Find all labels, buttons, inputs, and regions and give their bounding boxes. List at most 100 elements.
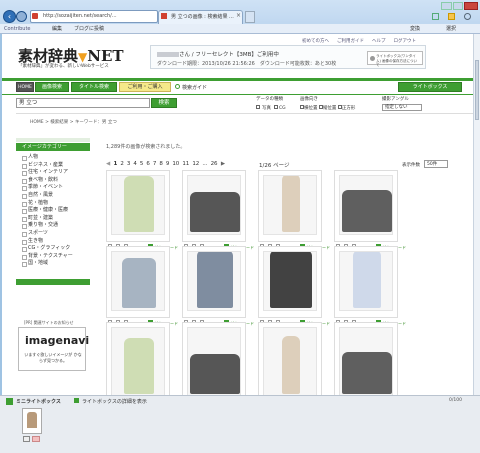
lightbox-detail-link[interactable]: ライトボックスの詳細を表示 [82,398,147,405]
page-link[interactable]: 26 [211,161,218,167]
select-menu[interactable]: 選択 [446,24,456,34]
category-animals[interactable]: 生き物 [20,238,90,246]
close-window-button[interactable] [464,2,478,10]
remove-icon[interactable] [23,436,30,442]
page-link[interactable]: 3 [127,161,131,167]
category-sports[interactable]: スポーツ [20,230,90,238]
page-scrollbar[interactable] [473,34,480,395]
result-card[interactable] [182,246,246,318]
nav-home[interactable]: HOME [16,82,34,92]
page-link[interactable]: 12 [192,161,199,167]
result-photo[interactable] [111,175,165,235]
search-button[interactable]: 検索 [151,98,177,108]
result-card[interactable] [106,170,170,242]
result-card[interactable] [106,246,170,318]
result-photo[interactable] [187,175,241,235]
link-first-time[interactable]: 初めての方へ [302,38,329,44]
category-nature[interactable]: 自然・風景 [20,192,90,200]
result-card[interactable] [106,322,170,395]
result-photo[interactable] [111,251,165,311]
fav-blog[interactable]: ブログに投稿 [74,24,104,34]
maximize-button[interactable] [452,2,464,10]
photo-checkbox[interactable] [256,105,260,109]
fav-contribute[interactable]: Contribute [4,24,31,34]
category-housing[interactable]: 住宅・インテリア [20,169,90,177]
lightbox-thumb[interactable] [22,408,42,434]
result-photo[interactable] [263,327,317,395]
result-card[interactable] [182,170,246,242]
result-card[interactable] [182,322,246,395]
page-link[interactable]: 8 [159,161,163,167]
nav-purchase[interactable]: ご利用・ご購入 [119,82,171,92]
result-photo[interactable] [339,251,393,311]
page-link[interactable]: 2 [120,161,124,167]
result-card[interactable] [334,246,398,318]
lightbox-button[interactable]: ライトボックス [398,82,462,92]
mini-lightbox: ミニライトボックス ライトボックスの詳細を表示 0/100 [0,395,480,453]
category-medical[interactable]: 医療・健康・医療 [20,207,90,215]
page-link[interactable]: 1 [113,161,117,167]
storage-info-button[interactable]: ライトボックス(ワンタイム) 画像の保存方法について [367,51,423,67]
category-regions[interactable]: 国・地域 [20,260,90,268]
result-card[interactable] [258,322,322,395]
link-guide[interactable]: ご利用ガイド [337,38,364,44]
page-link[interactable]: 11 [182,161,189,167]
nav-title-search[interactable]: タイトル検索 [71,82,117,92]
link-logout[interactable]: ログアウト [394,38,417,44]
address-bar[interactable]: http://sozaijiten.net/search/... [30,10,158,23]
per-page-select[interactable]: 50件 [424,160,448,168]
photo-subject [342,352,392,394]
fav-edit[interactable]: 編集 [52,24,62,34]
imagenavi-text: いますぐ欲しいイメージが かならず見つかる。 [24,352,82,363]
nav-image-search[interactable]: 画像検索 [35,82,69,92]
link-help[interactable]: ヘルプ [372,38,386,44]
page-link[interactable]: 10 [172,161,179,167]
download-info: ダウンロード期限：2013/10/26 21:56:26 ダウンロード可能枚数：… [157,61,337,67]
favorites-star-icon[interactable] [448,13,455,20]
scroll-thumb[interactable] [475,60,479,120]
page-link[interactable]: 6 [146,161,150,167]
category-season[interactable]: 季節・イベント [20,184,90,192]
angle-select[interactable]: 指定しない [382,104,422,111]
result-photo[interactable] [111,327,165,395]
page-link[interactable]: 7 [153,161,157,167]
search-input[interactable]: 男 立つ [16,98,150,108]
data-type-options: 写真 CG [256,105,286,111]
tab-search-results[interactable]: 男 立つの画像 : 検索結果 ... [158,10,243,24]
result-photo[interactable] [187,327,241,395]
category-cg[interactable]: CG・グラフィック [20,245,90,253]
imagenavi-banner[interactable]: imagenavi いますぐ欲しいイメージが かならず見つかる。 [18,327,89,371]
close-tab-icon[interactable]: × [236,12,241,19]
result-card[interactable] [334,170,398,242]
back-button[interactable]: ‹ [3,10,16,23]
search-guide-link[interactable]: 検索ガイド [182,84,207,91]
breadcrumb-results[interactable]: 検索結果 [50,120,68,125]
category-list: 人物 ビジネス・産業 住宅・インテリア 食べ物・飲料 季節・イベント 自然・風景… [20,154,90,268]
tab-favicon-icon [161,13,167,19]
convert-menu[interactable]: 変換 [410,24,420,34]
breadcrumb-home[interactable]: HOME [30,120,44,125]
page-link[interactable]: 4 [133,161,137,167]
result-photo[interactable] [263,175,317,235]
result-card[interactable] [258,170,322,242]
home-icon[interactable] [432,13,439,20]
result-photo[interactable] [263,251,317,311]
result-card[interactable] [258,246,322,318]
photo-subject [342,190,392,232]
forward-button[interactable] [16,11,27,22]
result-photo[interactable] [339,175,393,235]
gear-icon[interactable] [464,13,471,20]
result-photo[interactable] [339,327,393,395]
new-tab-button[interactable] [245,11,255,23]
cg-checkbox[interactable] [274,105,278,109]
top-links: 初めての方へ ご利用ガイド ヘルプ ログアウト [302,38,416,44]
result-photo[interactable] [187,251,241,311]
result-card[interactable] [334,322,398,395]
category-transport[interactable]: 乗り物・交通 [20,222,90,230]
prev-page-icon[interactable]: ◀ [106,161,110,167]
minimize-button[interactable] [441,2,452,10]
category-person[interactable]: 人物 [20,154,90,162]
page-link[interactable]: 5 [140,161,144,167]
page-link[interactable]: 9 [166,161,170,167]
next-page-icon[interactable]: ▶ [221,161,225,167]
